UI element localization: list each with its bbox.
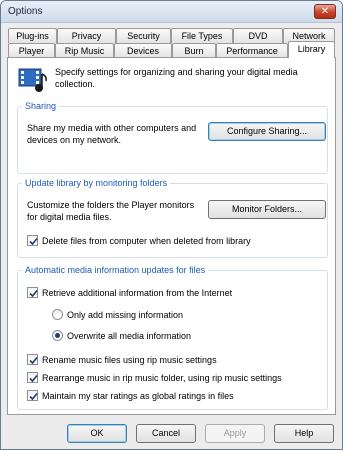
close-button[interactable]: ✕ <box>314 4 336 19</box>
tab-library[interactable]: Library <box>288 41 335 58</box>
sharing-legend: Sharing <box>22 101 60 111</box>
retrieve-info-label[interactable]: Retrieve additional information from the… <box>42 287 232 299</box>
tab-file-types[interactable]: File Types <box>171 28 233 43</box>
only-missing-label[interactable]: Only add missing information <box>67 309 183 321</box>
monitoring-legend: Update library by monitoring folders <box>22 178 171 188</box>
rearrange-music-checkbox[interactable] <box>27 372 38 383</box>
tab-devices[interactable]: Devices <box>114 43 172 58</box>
star-ratings-label[interactable]: Maintain my star ratings as global ratin… <box>42 390 234 402</box>
delete-files-checkbox[interactable] <box>27 235 38 246</box>
monitoring-group: Update library by monitoring folders Cus… <box>17 178 328 258</box>
library-panel: Specify settings for organizing and shar… <box>7 57 336 415</box>
star-ratings-checkbox[interactable] <box>27 390 38 401</box>
tab-burn[interactable]: Burn <box>172 43 216 58</box>
delete-files-label[interactable]: Delete files from computer when deleted … <box>42 235 251 247</box>
monitor-folders-button[interactable]: Monitor Folders... <box>208 200 326 219</box>
tab-security[interactable]: Security <box>116 28 171 43</box>
ok-button[interactable]: OK <box>67 424 127 443</box>
close-icon: ✕ <box>320 6 330 17</box>
only-missing-radio[interactable] <box>52 309 63 320</box>
overwrite-all-label[interactable]: Overwrite all media information <box>67 330 191 342</box>
tab-performance[interactable]: Performance <box>216 43 288 58</box>
configure-sharing-button[interactable]: Configure Sharing... <box>208 122 326 141</box>
monitoring-description: Customize the folders the Player monitor… <box>27 200 195 222</box>
header-description: Specify settings for organizing and shar… <box>55 67 298 89</box>
sharing-group: Sharing Share my media with other comput… <box>17 101 328 174</box>
overwrite-all-radio[interactable] <box>52 330 63 341</box>
cancel-button[interactable]: Cancel <box>136 424 196 443</box>
rename-files-checkbox[interactable] <box>27 354 38 365</box>
help-button[interactable]: Help <box>274 424 334 443</box>
tab-rip-music[interactable]: Rip Music <box>55 43 114 58</box>
tab-privacy[interactable]: Privacy <box>57 28 116 43</box>
tab-dvd[interactable]: DVD <box>233 28 283 43</box>
rearrange-music-label[interactable]: Rearrange music in rip music folder, usi… <box>42 372 282 384</box>
window-title: Options <box>8 6 43 17</box>
apply-button[interactable]: Apply <box>205 424 265 443</box>
rename-files-label[interactable]: Rename music files using rip music setti… <box>42 354 217 366</box>
tab-player[interactable]: Player <box>8 43 55 58</box>
auto-updates-group: Automatic media information updates for … <box>17 265 328 410</box>
sharing-description: Share my media with other computers and … <box>27 123 197 145</box>
title-bar[interactable]: Options ✕ <box>1 1 342 23</box>
panel-header: Specify settings for organizing and shar… <box>8 64 335 98</box>
auto-updates-legend: Automatic media information updates for … <box>22 265 209 275</box>
media-library-icon <box>17 66 51 96</box>
tab-plug-ins[interactable]: Plug-ins <box>8 28 57 43</box>
retrieve-info-checkbox[interactable] <box>27 287 38 298</box>
options-dialog: Options ✕ Plug-ins Privacy Security File… <box>0 0 343 450</box>
